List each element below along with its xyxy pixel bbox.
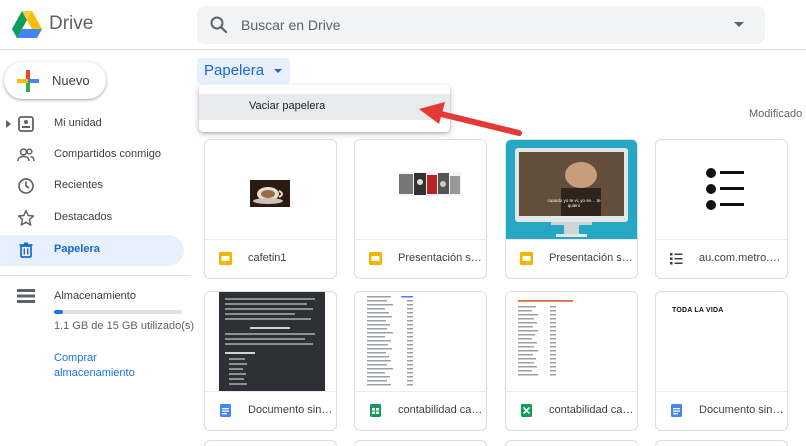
monitor-image-icon	[515, 148, 628, 237]
chevron-down-icon	[274, 69, 283, 73]
file-name: contabilidad cafetin	[549, 404, 635, 416]
dark-document-icon	[219, 292, 325, 391]
new-button[interactable]: Nuevo	[4, 62, 106, 99]
storage-title[interactable]: Almacenamiento	[54, 290, 136, 302]
storage-bar	[54, 310, 182, 314]
star-icon	[17, 209, 35, 226]
sidebar-item-mi-unidad[interactable]: Mi unidad	[0, 109, 184, 140]
file-card[interactable]	[204, 440, 337, 446]
file-card[interactable]: contabilidad cafetin	[505, 291, 638, 431]
search-icon[interactable]	[209, 15, 229, 35]
docs-icon	[671, 404, 682, 417]
sidebar-item-label: Mi unidad	[54, 117, 102, 129]
docs-icon	[220, 404, 231, 417]
red-arrow-annotation-icon	[419, 102, 522, 136]
menu-item-label: Vaciar papelera	[249, 100, 326, 112]
sidebar-item-recientes[interactable]: Recientes	[0, 171, 184, 202]
file-name: contabilidad cafetin	[398, 404, 484, 416]
top-bar: Drive	[0, 0, 806, 50]
file-card[interactable]: cafetin1	[204, 139, 337, 279]
sidebar-divider	[0, 275, 190, 276]
file-card[interactable]: cuando yo te vi, yo se… te quiero Presen…	[505, 139, 638, 279]
drive-logo-icon[interactable]	[12, 11, 42, 38]
sidebar-item-label: Destacados	[54, 211, 113, 223]
sidebar-item-destacados[interactable]: Destacados	[0, 203, 184, 234]
bullet-list-icon	[706, 168, 744, 210]
new-button-label: Nuevo	[52, 73, 90, 88]
file-name: Documento sin título	[699, 404, 785, 416]
list-icon	[670, 253, 683, 265]
trash-context-menu: Vaciar papelera	[199, 85, 450, 132]
sort-label[interactable]: Modificado	[749, 108, 802, 120]
file-card[interactable]: Presentación sin título	[354, 139, 487, 279]
coffee-photo-icon	[250, 180, 290, 207]
spreadsheet-preview-icon	[367, 296, 413, 386]
sidebar-item-label: Recientes	[54, 179, 103, 191]
slides-icon	[369, 252, 382, 265]
app-title[interactable]: Drive	[49, 13, 93, 35]
spreadsheet-preview-icon	[518, 300, 573, 376]
storage-usage-text: 1.1 GB de 15 GB utilizado(s)	[54, 320, 195, 332]
excel-icon	[521, 404, 532, 417]
sidebar-item-papelera[interactable]: Papelera	[0, 235, 184, 266]
sidebar-item-label: Compartidos conmigo	[54, 148, 161, 160]
slides-icon	[520, 252, 533, 265]
file-name: cafetin1	[248, 252, 287, 264]
plus-icon	[17, 70, 39, 92]
file-card[interactable]	[354, 440, 487, 446]
file-thumbnail	[656, 140, 787, 240]
file-name: au.com.metro.dumbways	[699, 252, 785, 264]
file-thumbnail	[355, 292, 486, 392]
search-bar[interactable]	[197, 6, 765, 44]
thumbnail-caption: cuando yo te vi, yo se… te quiero	[547, 198, 601, 208]
thumbnail-caption: TODA LA VIDA	[672, 307, 724, 314]
search-input[interactable]	[241, 6, 721, 44]
storage-bar-fill	[54, 310, 64, 314]
file-name: Presentación sin título	[549, 252, 635, 264]
buy-storage-link[interactable]: Comprar almacenamiento	[54, 351, 144, 381]
slides-icon	[219, 252, 232, 265]
file-name: Documento sin título	[248, 404, 334, 416]
file-thumbnail: TODA LA VIDA	[656, 292, 787, 392]
file-thumbnail	[205, 292, 336, 392]
file-card[interactable]: contabilidad cafetin	[354, 291, 487, 431]
empty-trash-menu-item[interactable]: Vaciar papelera	[199, 94, 450, 120]
file-thumbnail	[355, 140, 486, 240]
people-icon	[17, 148, 35, 162]
search-options-icon[interactable]	[734, 22, 744, 27]
file-card[interactable]: TODA LA VIDA Documento sin título	[655, 291, 788, 431]
drive-icon	[18, 116, 34, 132]
file-thumbnail	[506, 292, 637, 392]
breadcrumb: Papelera	[204, 62, 265, 79]
trash-icon	[19, 242, 33, 258]
file-card[interactable]: au.com.metro.dumbways	[655, 139, 788, 279]
sidebar-item-compartidos[interactable]: Compartidos conmigo	[0, 140, 184, 171]
storage-icon	[17, 289, 35, 303]
file-card[interactable]	[505, 440, 638, 446]
file-thumbnail	[205, 140, 336, 240]
image-collage-icon	[399, 172, 461, 196]
file-name: Presentación sin título	[398, 252, 484, 264]
expand-arrow-icon[interactable]	[6, 120, 11, 128]
sidebar-item-label: Papelera	[54, 243, 100, 255]
sheets-icon	[370, 404, 381, 417]
clock-icon	[18, 178, 34, 194]
file-card[interactable]	[655, 440, 788, 446]
breadcrumb-dropdown[interactable]: Papelera	[197, 58, 291, 84]
file-card[interactable]: Documento sin título	[204, 291, 337, 431]
file-thumbnail: cuando yo te vi, yo se… te quiero	[506, 140, 637, 240]
